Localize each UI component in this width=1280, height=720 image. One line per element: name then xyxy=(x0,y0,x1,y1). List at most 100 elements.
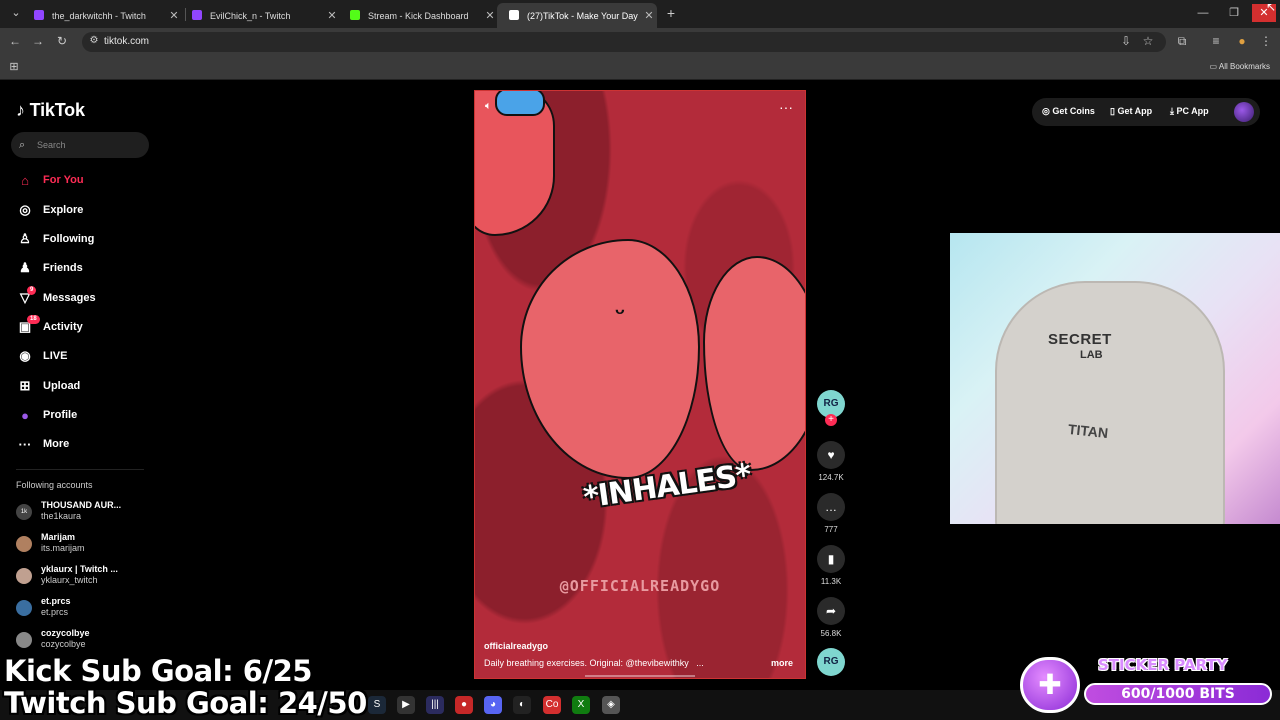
account-item[interactable]: cozycolbye cozycolbye xyxy=(16,628,156,654)
forward-icon[interactable]: → xyxy=(30,34,46,48)
get-coins-button[interactable]: ◎ Get Coins xyxy=(1042,106,1095,117)
url-field[interactable] xyxy=(82,32,1166,52)
all-bookmarks[interactable]: ▭ All Bookmarks xyxy=(1210,62,1270,71)
description-text: Daily breathing exercises. Original: @th… xyxy=(484,658,689,668)
save-count: 11.3K xyxy=(820,577,842,586)
sticker-party-widget: ✚ STICKER PARTY 600/1000 BITS xyxy=(1018,655,1276,717)
profile-avatar-icon[interactable]: ● xyxy=(1234,34,1250,48)
new-tab-icon[interactable]: + xyxy=(659,4,683,22)
site-info-icon[interactable]: ⚙ xyxy=(86,35,102,46)
logo-text: TikTok xyxy=(29,100,85,120)
account-item[interactable]: 1k THOUSAND AUR... the1kaura xyxy=(16,500,156,526)
friends-icon: ♟ xyxy=(19,260,31,275)
search-input[interactable]: ⌕ Search xyxy=(11,132,149,158)
app-icon[interactable]: ◈ xyxy=(602,696,620,714)
account-item[interactable]: Marijam its.marijam xyxy=(16,532,156,558)
url-text[interactable]: tiktok.com xyxy=(104,36,149,47)
sound-avatar[interactable]: RG xyxy=(816,648,846,676)
get-app-button[interactable]: ▯ Get App xyxy=(1110,106,1152,117)
mouse-cursor-icon: ↖ xyxy=(1266,0,1277,14)
heart-plus-icon: ✚ xyxy=(1020,657,1080,713)
reload-icon[interactable]: ↻ xyxy=(54,34,70,48)
nav-label: Profile xyxy=(43,409,78,421)
close-icon[interactable]: ✕ xyxy=(482,9,498,22)
nav-explore[interactable]: ◎ Explore xyxy=(16,200,83,220)
video-description: Daily breathing exercises. Original: @th… xyxy=(484,658,704,668)
video-username[interactable]: officialreadygo xyxy=(484,641,548,651)
comment-count: 777 xyxy=(824,525,838,534)
app-icon[interactable]: ||| xyxy=(426,696,444,714)
video-options-icon[interactable]: ··· xyxy=(779,99,793,115)
back-icon[interactable]: ← xyxy=(7,34,23,48)
address-bar-row: ← → ↻ ⚙ tiktok.com ⇩ ☆ ⧉ ≡ ● ⋮ xyxy=(0,28,1280,56)
app-icon[interactable]: ▶ xyxy=(397,696,415,714)
like-action[interactable]: ♥ 124.7K xyxy=(816,441,846,482)
media-icon[interactable]: ≡ xyxy=(1208,34,1224,48)
save-action[interactable]: ▮ 11.3K xyxy=(816,545,846,586)
nav-label: Following xyxy=(43,233,95,245)
browser-menu-icon[interactable]: ⋮ xyxy=(1258,34,1274,48)
account-name: yklaurx | Twitch ... xyxy=(41,564,118,574)
steam-icon[interactable]: S xyxy=(368,696,386,714)
volume-icon[interactable]: 🔈︎ xyxy=(485,100,492,113)
close-icon[interactable]: ✕ xyxy=(641,9,657,22)
messages-icon: ▽ 9 xyxy=(16,286,37,306)
avatar: 1k xyxy=(16,504,32,520)
header-actions: ◎ Get Coins ▯ Get App ⤓ PC App xyxy=(1032,98,1260,126)
tab-twitch-darkwitchh[interactable]: the_darkwitchh - Twitch ✕ xyxy=(22,3,182,28)
tab-tiktok[interactable]: (27)TikTok - Make Your Day ✕ xyxy=(497,3,657,28)
app-icon[interactable]: ● xyxy=(455,696,473,714)
nav-more[interactable]: ··· More xyxy=(16,434,70,454)
nav-label: Explore xyxy=(43,204,84,216)
video-player[interactable]: ᴗ *INHALES* @OFFICIALREADYGO 🔈︎ ··· offi… xyxy=(474,90,806,679)
nav-for-you[interactable]: ⌂ For You xyxy=(16,170,83,190)
comment-action[interactable]: … 777 xyxy=(816,493,846,534)
video-progress-bar[interactable] xyxy=(585,675,695,677)
bits-progress-bar: 600/1000 BITS xyxy=(1084,683,1272,705)
more-button[interactable]: more xyxy=(771,658,793,668)
home-icon: ⌂ xyxy=(21,172,29,188)
share-action[interactable]: ➦ 56.8K xyxy=(816,597,846,638)
nav-label: LIVE xyxy=(43,350,68,362)
tab-title: EvilChick_n - Twitch xyxy=(210,10,291,21)
nav-live[interactable]: ◉ LIVE xyxy=(16,346,67,366)
folder-icon: ▭ xyxy=(1209,62,1219,71)
bookmark-star-icon[interactable]: ☆ xyxy=(1140,34,1156,48)
minimize-icon[interactable]: — xyxy=(1191,4,1215,22)
creator-avatar[interactable]: RG + xyxy=(816,390,846,426)
apps-grid-icon[interactable]: ⊞ xyxy=(6,60,22,73)
restore-icon[interactable]: ❐ xyxy=(1222,4,1246,22)
discord-icon[interactable]: ◕ xyxy=(484,696,502,714)
tab-kick-dashboard[interactable]: Stream - Kick Dashboard ✕ xyxy=(338,3,498,28)
kick-sub-goal: Kick Sub Goal: 6/25 xyxy=(4,654,312,688)
pc-app-button[interactable]: ⤓ PC App xyxy=(1170,106,1209,117)
tab-title: the_darkwitchh - Twitch xyxy=(52,10,146,21)
install-icon[interactable]: ⇩ xyxy=(1118,34,1134,48)
search-icon: ⌕ xyxy=(19,139,26,151)
webcam-overlay: SECRET LAB TITAN xyxy=(950,233,1280,524)
account-name: et.prcs xyxy=(41,596,71,606)
nav-friends[interactable]: ♟ Friends xyxy=(16,258,83,278)
avatar xyxy=(16,568,32,584)
tiktok-logo[interactable]: ♪ TikTok xyxy=(16,100,85,121)
account-item[interactable]: et.prcs et.prcs xyxy=(16,596,156,622)
nav-upload[interactable]: ⊞ Upload xyxy=(16,376,81,396)
nav-messages[interactable]: ▽ 9 Messages xyxy=(16,286,96,308)
tab-twitch-evilchick[interactable]: EvilChick_n - Twitch ✕ xyxy=(180,3,340,28)
heart-vessel xyxy=(495,91,545,116)
account-item[interactable]: yklaurx | Twitch ... yklaurx_twitch xyxy=(16,564,156,590)
app-icon[interactable]: Co xyxy=(543,696,561,714)
nav-following[interactable]: ♙ Following xyxy=(16,229,94,249)
xbox-icon[interactable]: X xyxy=(572,696,590,714)
upload-icon: ⊞ xyxy=(19,378,31,393)
user-avatar[interactable] xyxy=(1234,102,1254,122)
nav-profile[interactable]: ● Profile xyxy=(16,405,77,425)
extensions-icon[interactable]: ⧉ xyxy=(1174,34,1190,49)
nav-activity[interactable]: ▣ 18 Activity xyxy=(16,315,83,337)
account-name: cozycolbye xyxy=(41,628,90,638)
follow-plus-icon[interactable]: + xyxy=(825,414,837,426)
lung-face: ᴗ xyxy=(615,301,625,318)
obs-icon[interactable]: ◐ xyxy=(513,696,531,714)
all-bookmarks-label: All Bookmarks xyxy=(1218,62,1270,71)
comment-icon: … xyxy=(817,493,845,521)
